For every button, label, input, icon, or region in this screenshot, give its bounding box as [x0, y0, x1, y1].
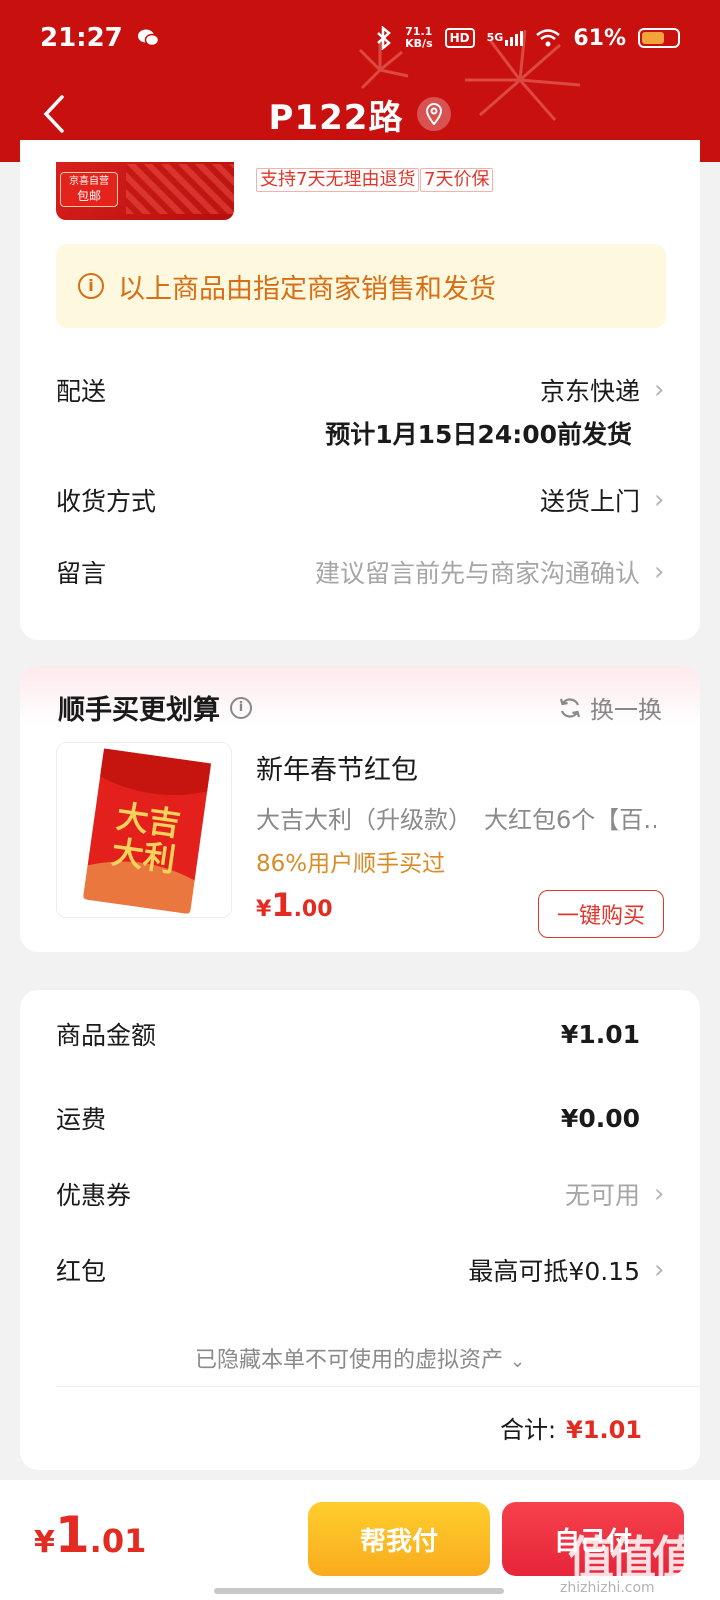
chevron-right-icon: ›	[654, 557, 665, 587]
battery-icon	[638, 28, 680, 48]
chevron-right-icon: ›	[654, 485, 665, 515]
network-speed: 71.1 KB/s	[405, 25, 433, 50]
divider	[56, 1386, 700, 1387]
hd-badge: HD	[444, 28, 475, 48]
red-packet-value: 最高可抵¥0.15	[468, 1257, 640, 1286]
status-bar: 21:27 71.1 KB/s HD 5G 61%	[0, 18, 720, 58]
return-policy-tag: 支持7天无理由退货	[256, 168, 420, 192]
delivery-estimate: 预计1月15日24:00前发货	[325, 420, 632, 449]
seller-notice-text: 以上商品由指定商家销售和发货	[118, 273, 496, 305]
wechat-icon	[137, 29, 159, 47]
wifi-icon	[536, 29, 561, 47]
recommend-item-stat: 86%用户顺手买过	[256, 851, 446, 877]
bluetooth-icon	[377, 26, 392, 50]
refresh-icon	[559, 697, 581, 718]
watermark-text: zhizhizhi.com	[560, 1580, 655, 1596]
chevron-right-icon: ›	[654, 375, 665, 405]
red-packet-row[interactable]: 红包 最高可抵¥0.15 ›	[56, 1252, 666, 1288]
status-indicators: 71.1 KB/s HD 5G 61%	[375, 26, 680, 51]
info-icon[interactable]: i	[230, 696, 252, 719]
receive-method-row[interactable]: 收货方式 送货上门 ›	[56, 482, 666, 518]
total-row: 合计: ¥1.01	[500, 1410, 642, 1445]
status-time: 21:27	[40, 23, 123, 53]
nav-row: P122路	[0, 82, 720, 146]
chevron-right-icon: ›	[654, 1255, 665, 1285]
shipping-label: 运费	[56, 1105, 107, 1134]
message-row[interactable]: 留言 建议留言前先与商家沟通确认 ›	[56, 554, 666, 590]
help-me-pay-button[interactable]: 帮我付	[308, 1502, 490, 1576]
recommend-item-desc: 大吉大利（升级款） 大红包6个【百…	[256, 806, 656, 834]
recommend-title: 顺手买更划算 i	[58, 688, 252, 727]
price-summary-card: 商品金额 ¥1.01 运费 ¥0.00 优惠券 无可用 › 红包 最高可抵¥0.…	[20, 990, 700, 1470]
product-thumbnail[interactable]: 京喜自营 包邮	[56, 162, 234, 220]
recommend-item-name[interactable]: 新年春节红包	[256, 748, 418, 787]
coupon-value: 无可用	[564, 1181, 640, 1210]
signal-5g: 5G	[487, 30, 524, 46]
chevron-down-icon: ⌄	[509, 1351, 526, 1372]
self-operated-badge: 京喜自营 包邮	[60, 172, 118, 207]
hidden-assets-toggle[interactable]: 已隐藏本单不可使用的虚拟资产 ⌄	[20, 1342, 700, 1374]
back-chevron-icon	[43, 95, 64, 133]
message-placeholder: 建议留言前先与商家沟通确认	[314, 559, 640, 588]
pay-price: ¥ 1 .01	[34, 1506, 147, 1564]
coupon-label: 优惠券	[56, 1181, 132, 1210]
home-indicator[interactable]	[214, 1588, 504, 1594]
message-label: 留言	[56, 559, 107, 588]
recommend-item-price: ¥ 1 .00	[256, 886, 333, 924]
delivery-row[interactable]: 配送 京东快递 ›	[56, 372, 666, 408]
total-label: 合计:	[499, 1416, 557, 1444]
location-button[interactable]	[417, 97, 452, 131]
coupon-row[interactable]: 优惠券 无可用 ›	[56, 1176, 666, 1212]
goods-amount-value: ¥1.01	[560, 1019, 640, 1049]
red-envelope-image[interactable]: 大吉 大利	[56, 742, 232, 918]
price-protect-tag: 7天价保	[420, 168, 494, 192]
back-button[interactable]	[34, 88, 74, 140]
recommend-card: 顺手买更划算 i 换一换 大吉 大利 新年春节红包 大吉大利（升级款） 大红包6…	[20, 666, 700, 952]
goods-amount-label: 商品金额	[56, 1021, 157, 1050]
refresh-button[interactable]: 换一换	[558, 690, 662, 725]
shipping-row: 运费 ¥0.00	[56, 1100, 666, 1136]
order-info-card: 京喜自营 包邮 支持7天无理由退货 7天价保 i 以上商品由指定商家销售和发货 …	[20, 140, 700, 640]
total-amount: ¥1.01	[566, 1416, 642, 1444]
info-icon: i	[78, 273, 104, 299]
seller-notice: i 以上商品由指定商家销售和发货	[56, 244, 666, 328]
header-bar: 21:27 71.1 KB/s HD 5G 61% P122路	[0, 0, 720, 162]
battery-percent: 61%	[573, 25, 626, 51]
chevron-right-icon: ›	[654, 1179, 665, 1209]
page-title: P122路	[268, 97, 404, 138]
checkout-bar: ¥ 1 .01 帮我付 自己付 值值值 zhizhizhi.com	[0, 1480, 720, 1600]
delivery-value: 京东快递	[539, 377, 640, 406]
receive-method-label: 收货方式	[56, 487, 157, 516]
receive-method-value: 送货上门	[539, 487, 640, 516]
shipping-value: ¥0.00	[560, 1103, 640, 1133]
goods-amount-row: 商品金额 ¥1.01	[56, 1016, 666, 1052]
one-click-buy-button[interactable]: 一键购买	[538, 890, 664, 938]
delivery-label: 配送	[56, 377, 107, 406]
red-packet-label: 红包	[56, 1257, 107, 1286]
watermark-logo: 值值值	[568, 1531, 698, 1585]
location-pin-icon	[426, 103, 443, 125]
